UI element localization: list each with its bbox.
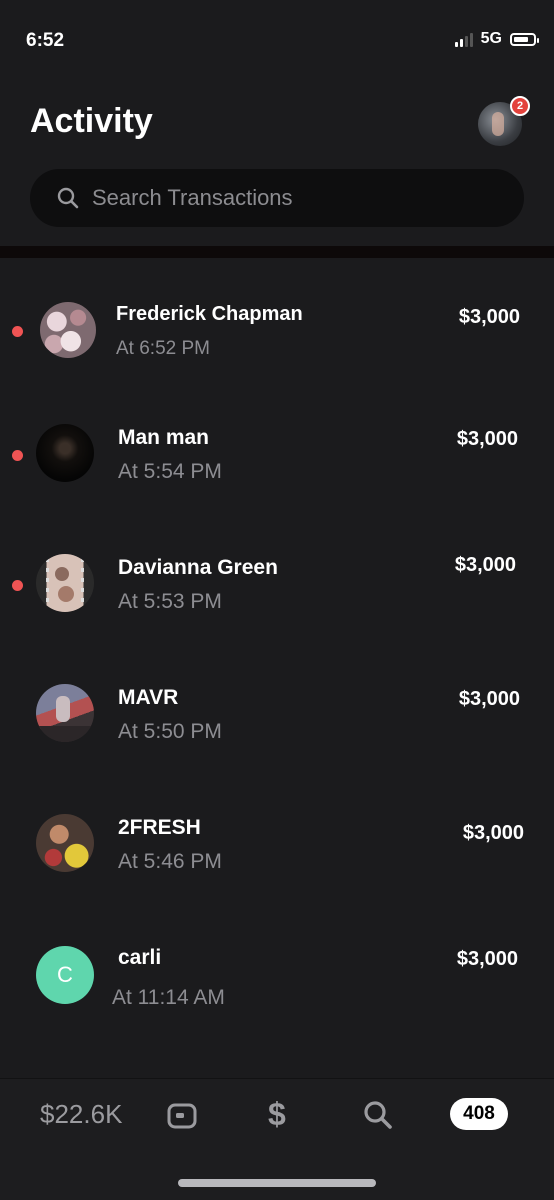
signal-icon — [454, 32, 473, 47]
search-input[interactable]: Search Transactions — [30, 169, 524, 227]
transaction-time: At 11:14 AM — [112, 986, 225, 1009]
search-tab-icon[interactable] — [362, 1099, 394, 1131]
profile-avatar-button[interactable]: 2 — [478, 96, 530, 146]
transaction-amount: $3,000 — [462, 822, 524, 844]
avatar-initial: C — [57, 962, 73, 987]
home-indicator[interactable] — [178, 1179, 376, 1187]
status-time: 6:52 — [26, 30, 65, 51]
transaction-amount: $3,000 — [456, 428, 518, 450]
unread-indicator — [12, 450, 23, 461]
transaction-amount: $3,000 — [454, 554, 516, 576]
activity-screen: 6:52 5G Activity 2 Search Transactions F… — [0, 0, 554, 1200]
contact-name: carli — [118, 946, 162, 969]
network-type: 5G — [480, 30, 502, 47]
avatar: C — [36, 946, 94, 1004]
dollar-icon[interactable]: $ — [268, 1096, 286, 1133]
avatar — [36, 814, 94, 872]
search-placeholder: Search Transactions — [92, 185, 293, 210]
activity-row[interactable]: Frederick Chapman At 6:52 PM $3,000 — [0, 300, 554, 430]
tab-activity[interactable]: 408 — [450, 1098, 508, 1130]
avatar — [36, 554, 94, 612]
transaction-time: At 5:46 PM — [118, 850, 222, 873]
transaction-time: At 5:53 PM — [118, 590, 222, 613]
contact-name: 2FRESH — [118, 816, 201, 839]
transaction-amount: $3,000 — [456, 948, 518, 970]
notification-badge: 2 — [510, 96, 530, 116]
activity-row[interactable]: C carli At 11:14 AM $3,000 — [0, 944, 554, 1074]
transaction-amount: $3,000 — [458, 306, 520, 328]
contact-name: MAVR — [118, 686, 179, 709]
transaction-time: At 5:50 PM — [118, 720, 222, 743]
avatar — [40, 302, 96, 358]
activity-row[interactable]: MAVR At 5:50 PM $3,000 — [0, 684, 554, 814]
contact-name: Davianna Green — [118, 556, 278, 579]
status-indicators: 5G — [454, 30, 539, 48]
contact-name: Man man — [118, 426, 210, 449]
transaction-amount: $3,000 — [458, 688, 520, 710]
battery-icon — [510, 32, 539, 46]
tab-balance[interactable]: $22.6K — [40, 1099, 122, 1130]
transaction-time: At 6:52 PM — [116, 338, 210, 359]
avatar — [36, 684, 94, 742]
activity-row[interactable]: 2FRESH At 5:46 PM $3,000 — [0, 814, 554, 944]
activity-row[interactable]: Man man At 5:54 PM $3,000 — [0, 424, 554, 554]
section-divider — [0, 246, 554, 258]
card-icon[interactable] — [166, 1101, 198, 1131]
unread-indicator — [12, 326, 23, 337]
contact-name: Frederick Chapman — [116, 303, 303, 325]
page-title: Activity — [30, 102, 153, 140]
search-icon — [56, 186, 80, 210]
unread-indicator — [12, 580, 23, 591]
status-bar: 6:52 5G — [0, 0, 554, 80]
avatar — [36, 424, 94, 482]
transaction-time: At 5:54 PM — [118, 460, 222, 483]
activity-row[interactable]: Davianna Green At 5:53 PM $3,000 — [0, 554, 554, 684]
profile-photo — [492, 112, 504, 136]
